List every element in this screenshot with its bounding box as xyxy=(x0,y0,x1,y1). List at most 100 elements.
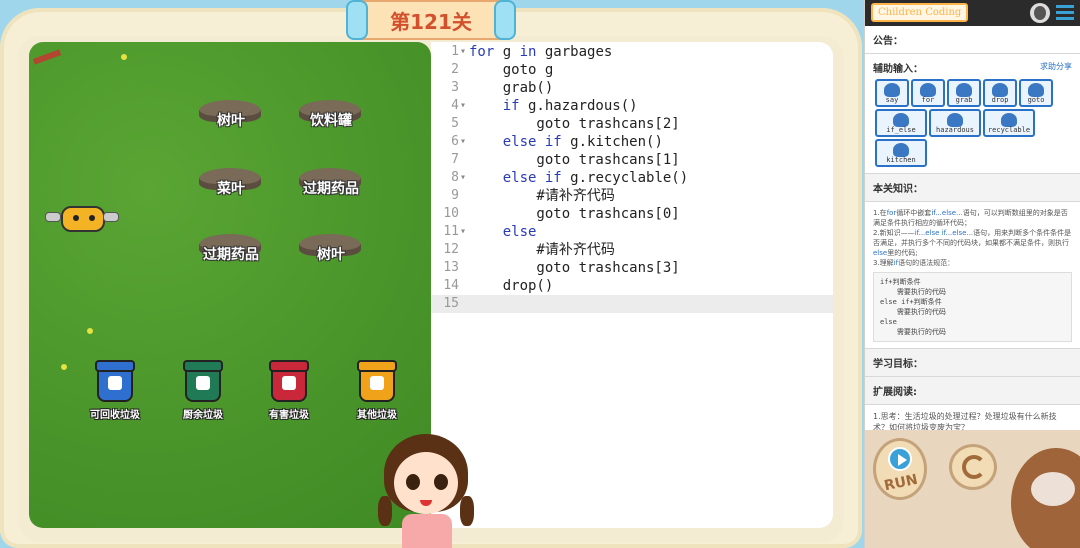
code-line[interactable]: 4 ▾ if g.hazardous() xyxy=(431,97,833,115)
block-label: for xyxy=(921,96,935,104)
guide-character xyxy=(378,434,474,548)
run-button[interactable]: RUN xyxy=(873,438,927,500)
code-line[interactable]: 12 #请补齐代码 xyxy=(431,241,833,259)
knowledge-point-1: 1.在for循环中嵌套if...else...语句，可以判断数组里的对象是否满足… xyxy=(873,209,1068,227)
line-number: 2 xyxy=(451,62,459,77)
garbage-pile[interactable]: 饮料罐 xyxy=(299,94,363,134)
other-bin-icon xyxy=(357,360,397,402)
code-line[interactable]: 9 #请补齐代码 xyxy=(431,187,833,205)
robot-eye xyxy=(89,215,95,221)
flower-icon xyxy=(121,54,127,60)
code-text: else if g.kitchen() xyxy=(502,134,663,150)
ruler-icon xyxy=(32,49,62,65)
block-label: recyclable xyxy=(987,126,1031,134)
assist-block-say[interactable]: say xyxy=(875,79,909,107)
menu-icon[interactable] xyxy=(1056,5,1074,21)
line-number: 10 xyxy=(443,206,459,221)
garbage-pile[interactable]: 菜叶 xyxy=(199,162,263,202)
robot-eye xyxy=(73,215,79,221)
code-line[interactable]: 6 ▾ else if g.kitchen() xyxy=(431,133,833,151)
code-line[interactable]: 13 goto trashcans[3] xyxy=(431,259,833,277)
code-text: grab() xyxy=(469,80,554,96)
code-line[interactable]: 11 ▾ else xyxy=(431,223,833,241)
reset-icon xyxy=(962,455,986,479)
garbage-pile[interactable]: 过期药品 xyxy=(299,162,363,202)
assist-block-recyclable[interactable]: recyclable xyxy=(983,109,1035,137)
knowledge-content: 1.在for循环中嵌套if...else...语句，可以判断数组里的对象是否满足… xyxy=(865,202,1080,348)
user-avatar-icon[interactable] xyxy=(1030,3,1050,23)
block-label: kitchen xyxy=(886,156,916,164)
goal-title: 学习目标： xyxy=(873,359,923,370)
line-number: 13 xyxy=(443,260,459,275)
fold-icon[interactable]: ▾ xyxy=(460,133,466,151)
help-share-link[interactable]: 求助分享 xyxy=(1040,61,1072,72)
garbage-label: 过期药品 xyxy=(303,181,359,197)
trashcan-hazardous[interactable]: 有害垃圾 xyxy=(259,360,319,421)
assist-block-for[interactable]: for xyxy=(911,79,945,107)
play-icon xyxy=(888,447,912,471)
garbage-label: 菜叶 xyxy=(217,181,245,197)
line-number: 8 xyxy=(451,170,459,185)
kitchen-bin-icon xyxy=(183,360,223,402)
line-number: 7 xyxy=(451,152,459,167)
assist-block-hazardous[interactable]: hazardous xyxy=(929,109,981,137)
syntax-line: else if+判断条件 xyxy=(880,298,942,306)
assist-block-kitchen[interactable]: kitchen xyxy=(875,139,927,167)
garbage-label: 饮料罐 xyxy=(310,113,352,129)
code-line[interactable]: 10 goto trashcans[0] xyxy=(431,205,833,223)
fold-icon[interactable]: ▾ xyxy=(460,97,466,115)
bin-label: 有害垃圾 xyxy=(269,410,309,421)
code-line[interactable]: 1 ▾ for g in garbages xyxy=(431,43,833,61)
code-line[interactable]: 8 ▾ else if g.recyclable() xyxy=(431,169,833,187)
assist-block-drop[interactable]: drop xyxy=(983,79,1017,107)
decorative-creature xyxy=(1011,448,1080,548)
reading-title: 扩展阅读: xyxy=(873,387,917,398)
code-text: goto g xyxy=(469,62,554,78)
syntax-line: else xyxy=(880,318,897,326)
character-shirt xyxy=(402,514,452,548)
garbage-label: 树叶 xyxy=(217,113,245,129)
code-line[interactable]: 2 goto g xyxy=(431,61,833,79)
banner-cap-left xyxy=(346,0,368,40)
notice-section: 公告： xyxy=(865,26,1080,54)
garbage-pile[interactable]: 树叶 xyxy=(299,228,363,268)
block-label: grab xyxy=(955,96,973,104)
block-label: if_else xyxy=(886,126,916,134)
code-line[interactable]: 5 goto trashcans[2] xyxy=(431,115,833,133)
hazard-icon xyxy=(282,376,296,390)
knowledge-title: 本关知识： xyxy=(873,184,923,195)
fold-icon[interactable]: ▾ xyxy=(460,223,466,241)
garbage-pile[interactable]: 树叶 xyxy=(199,94,263,134)
fold-icon[interactable]: ▾ xyxy=(460,43,466,61)
block-label: goto xyxy=(1027,96,1045,104)
fold-icon[interactable]: ▾ xyxy=(460,169,466,187)
line-number: 5 xyxy=(451,116,459,131)
trashcan-other[interactable]: 其他垃圾 xyxy=(347,360,407,421)
trashcan-recyclable[interactable]: 可回收垃圾 xyxy=(85,360,145,421)
code-line[interactable]: 7 goto trashcans[1] xyxy=(431,151,833,169)
level-title: 第121关 xyxy=(390,9,472,34)
syntax-line: if+判断条件 xyxy=(880,278,921,286)
banner-cap-right xyxy=(494,0,516,40)
code-line[interactable]: 3 grab() xyxy=(431,79,833,97)
assist-block-grab[interactable]: grab xyxy=(947,79,981,107)
run-label: RUN xyxy=(882,471,920,495)
hazardous-icon xyxy=(947,113,963,127)
garbage-pile[interactable]: 过期药品 xyxy=(199,228,263,268)
line-number: 15 xyxy=(443,296,459,311)
line-number: 14 xyxy=(443,278,459,293)
code-line[interactable]: 14 drop() xyxy=(431,277,833,295)
reset-button[interactable] xyxy=(949,444,997,490)
drop-icon xyxy=(992,83,1008,97)
flower-icon xyxy=(61,364,67,370)
code-text: if g.hazardous() xyxy=(502,98,638,114)
code-line[interactable]: 15 xyxy=(431,295,833,313)
assist-block-if-else[interactable]: if_else xyxy=(875,109,927,137)
syntax-line: 需要执行的代码 xyxy=(880,308,946,316)
brand-logo[interactable]: Children Coding xyxy=(871,3,969,22)
assist-block-goto[interactable]: goto xyxy=(1019,79,1053,107)
syntax-line: 需要执行的代码 xyxy=(880,288,946,296)
trashcan-kitchen[interactable]: 厨余垃圾 xyxy=(173,360,233,421)
notice-title: 公告： xyxy=(873,36,903,47)
code-editor[interactable]: 1 ▾ for g in garbages 2 goto g3 grab() 4 ▾ if… xyxy=(431,42,833,528)
